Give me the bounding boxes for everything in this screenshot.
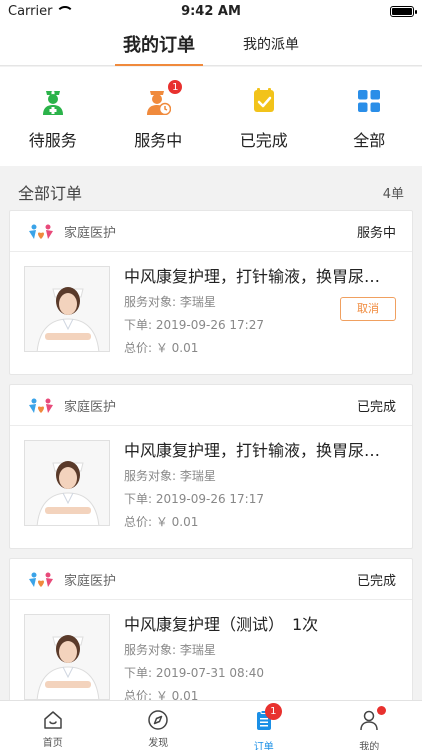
tab-profile[interactable]: 我的 [317, 701, 422, 750]
battery-icon [390, 5, 417, 17]
grid-icon [355, 87, 383, 115]
section-title: 全部订单 [18, 184, 83, 203]
order-card-header: 家庭医护 已完成 [10, 385, 412, 426]
family-care-logo-icon [29, 572, 53, 587]
tab-label: 首页 [42, 738, 63, 749]
tab-orders[interactable]: 1 订单 [211, 701, 317, 750]
order-source-label: 家庭医护 [64, 225, 117, 241]
tab-label: 订单 [253, 742, 274, 750]
filter-label: 全部 [353, 131, 386, 150]
order-price: 总价: ￥ 0.01 [124, 515, 199, 529]
cancel-order-button[interactable]: 取消 [340, 297, 396, 321]
order-card[interactable]: 家庭医护 已完成 中风康复护理，打针输液，换胃尿… 服务对象: 李瑞星 下单: … [9, 384, 413, 549]
order-status-filters: 待服务 1 服务中 已完成 全部 [0, 67, 422, 166]
carrier-label: Carrier [8, 3, 53, 19]
nurse-photo [24, 266, 110, 352]
filter-label: 已完成 [239, 131, 288, 150]
order-source-label: 家庭医护 [64, 573, 117, 589]
orders-tab-badge: 1 [264, 703, 282, 720]
tab-discover[interactable]: 发现 [106, 701, 212, 750]
order-price: 总价: ￥ 0.01 [124, 341, 199, 355]
order-count: 4单 [382, 186, 404, 202]
compass-icon [148, 710, 168, 730]
tab-my-dispatches[interactable]: 我的派单 [243, 22, 299, 66]
tab-my-orders[interactable]: 我的订单 [115, 22, 203, 66]
filter-label: 待服务 [28, 131, 77, 150]
nurse-photo [24, 614, 110, 700]
tab-label: 发现 [148, 738, 169, 749]
order-card[interactable]: 家庭医护 服务中 中风康复护理，打针输液，换胃尿… 服务对象: 李瑞星 下单: … [9, 210, 413, 375]
family-care-logo-icon [29, 398, 53, 413]
order-card-body: 中风康复护理，打针输液，换胃尿… 服务对象: 李瑞星 下单: 2019-09-2… [10, 252, 412, 374]
nurse-photo [24, 440, 110, 526]
tab-home[interactable]: 首页 [0, 701, 106, 750]
nurse-icon [39, 87, 67, 115]
wifi-icon [56, 6, 75, 16]
filter-completed[interactable]: 已完成 [211, 67, 317, 166]
order-source-label: 家庭医护 [64, 399, 117, 415]
family-care-logo-icon [29, 224, 53, 239]
order-time: 下单: 2019-07-31 08:40 [124, 666, 264, 680]
order-title: 中风康复护理（测试） 1次 [124, 615, 319, 634]
in-service-count-badge: 1 [167, 79, 184, 95]
order-card-body: 中风康复护理，打针输液，换胃尿… 服务对象: 李瑞星 下单: 2019-09-2… [10, 426, 412, 548]
checked-box-icon [250, 87, 278, 115]
order-status: 已完成 [356, 573, 396, 589]
order-card-header: 家庭医护 已完成 [10, 559, 412, 600]
filter-label: 服务中 [134, 131, 183, 150]
order-source: 家庭医护 [28, 222, 116, 241]
filter-all[interactable]: 全部 [317, 67, 422, 166]
order-status: 已完成 [356, 399, 396, 415]
top-tab-bar: 我的订单 我的派单 [0, 22, 422, 66]
order-time: 下单: 2019-09-26 17:17 [124, 492, 264, 506]
order-source: 家庭医护 [28, 570, 116, 589]
order-source: 家庭医护 [28, 396, 116, 415]
order-target: 服务对象: 李瑞星 [124, 469, 216, 483]
order-title: 中风康复护理，打针输液，换胃尿… [124, 267, 381, 286]
order-card-header: 家庭医护 服务中 [10, 211, 412, 252]
orders-section-header: 全部订单 4单 [0, 174, 422, 210]
filter-pending-service[interactable]: 待服务 [0, 67, 106, 166]
profile-notification-dot [377, 706, 387, 715]
bottom-tab-bar: 首页 发现 1 订单 我的 [0, 700, 422, 750]
order-card[interactable]: 家庭医护 已完成 中风康复护理（测试） 1次 服务对象: 李瑞星 下单: 201… [9, 558, 413, 723]
order-status: 服务中 [356, 225, 396, 241]
status-bar: Carrier 9:42 AM [0, 0, 422, 22]
home-icon [44, 711, 62, 729]
filter-in-service[interactable]: 1 服务中 [106, 67, 212, 166]
order-target: 服务对象: 李瑞星 [124, 643, 216, 657]
status-left: Carrier [8, 3, 75, 19]
order-title: 中风康复护理，打针输液，换胃尿… [124, 441, 381, 460]
nurse-clock-icon: 1 [144, 79, 184, 115]
order-info: 中风康复护理，打针输液，换胃尿… 服务对象: 李瑞星 下单: 2019-09-2… [124, 440, 410, 548]
tab-label: 我的 [359, 742, 380, 750]
